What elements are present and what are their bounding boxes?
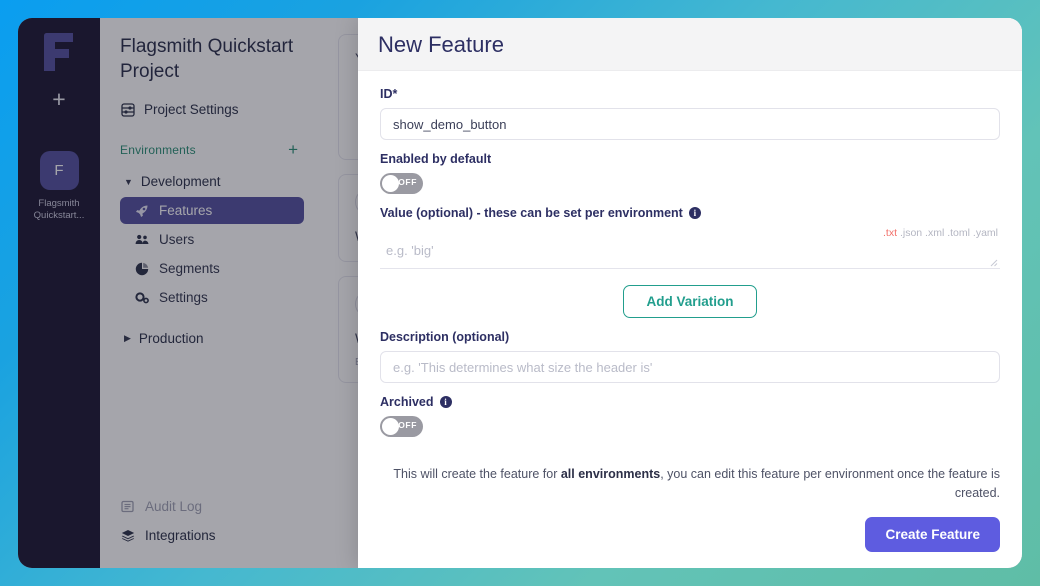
footer-note-bold: all environments	[561, 467, 660, 481]
add-variation-button[interactable]: Add Variation	[623, 285, 756, 318]
modal-actions: Create Feature	[380, 517, 1000, 552]
footer-note-pre: This will create the feature for	[393, 467, 560, 481]
modal-header: New Feature	[358, 18, 1022, 71]
enabled-by-default-toggle[interactable]: OFF	[380, 173, 423, 194]
id-field-label: ID*	[380, 87, 1000, 101]
id-input[interactable]: show_demo_button	[380, 108, 1000, 140]
value-textarea-wrapper: .txt .json .xml .toml .yaml e.g. 'big'	[380, 227, 1000, 269]
description-input[interactable]: e.g. 'This determines what size the head…	[380, 351, 1000, 383]
archived-label-text: Archived	[380, 395, 434, 409]
archived-toggle[interactable]: OFF	[380, 416, 423, 437]
enabled-label-text: Enabled by default	[380, 152, 491, 166]
info-icon[interactable]: i	[440, 396, 452, 408]
footer-note: This will create the feature for all env…	[380, 459, 1000, 503]
resize-handle-icon[interactable]	[990, 259, 998, 267]
app-window: + F Flagsmith Quickstart... Flagsmith Qu…	[18, 18, 1022, 568]
new-feature-modal: New Feature ID* show_demo_button Enabled…	[358, 18, 1022, 568]
archived-toggle-label: Archived i	[380, 395, 1000, 409]
id-label-text: ID*	[380, 87, 397, 101]
modal-footer: This will create the feature for all env…	[358, 449, 1022, 568]
toggle-state-label: OFF	[398, 420, 417, 430]
modal-title: New Feature	[378, 32, 1002, 58]
add-variation-row: Add Variation	[380, 285, 1000, 318]
enabled-toggle-label: Enabled by default	[380, 152, 1000, 166]
toggle-knob	[382, 175, 399, 192]
value-field-label: Value (optional) - these can be set per …	[380, 206, 1000, 220]
modal-body: ID* show_demo_button Enabled by default …	[358, 71, 1022, 449]
create-feature-button[interactable]: Create Feature	[865, 517, 1000, 552]
toggle-state-label: OFF	[398, 177, 417, 187]
footer-note-post: , you can edit this feature per environm…	[660, 467, 1000, 500]
value-label-text: Value (optional) - these can be set per …	[380, 206, 683, 220]
description-label-text: Description (optional)	[380, 330, 509, 344]
value-input[interactable]: e.g. 'big'	[380, 227, 1000, 269]
info-icon[interactable]: i	[689, 207, 701, 219]
description-field-label: Description (optional)	[380, 330, 1000, 344]
toggle-knob	[382, 418, 399, 435]
